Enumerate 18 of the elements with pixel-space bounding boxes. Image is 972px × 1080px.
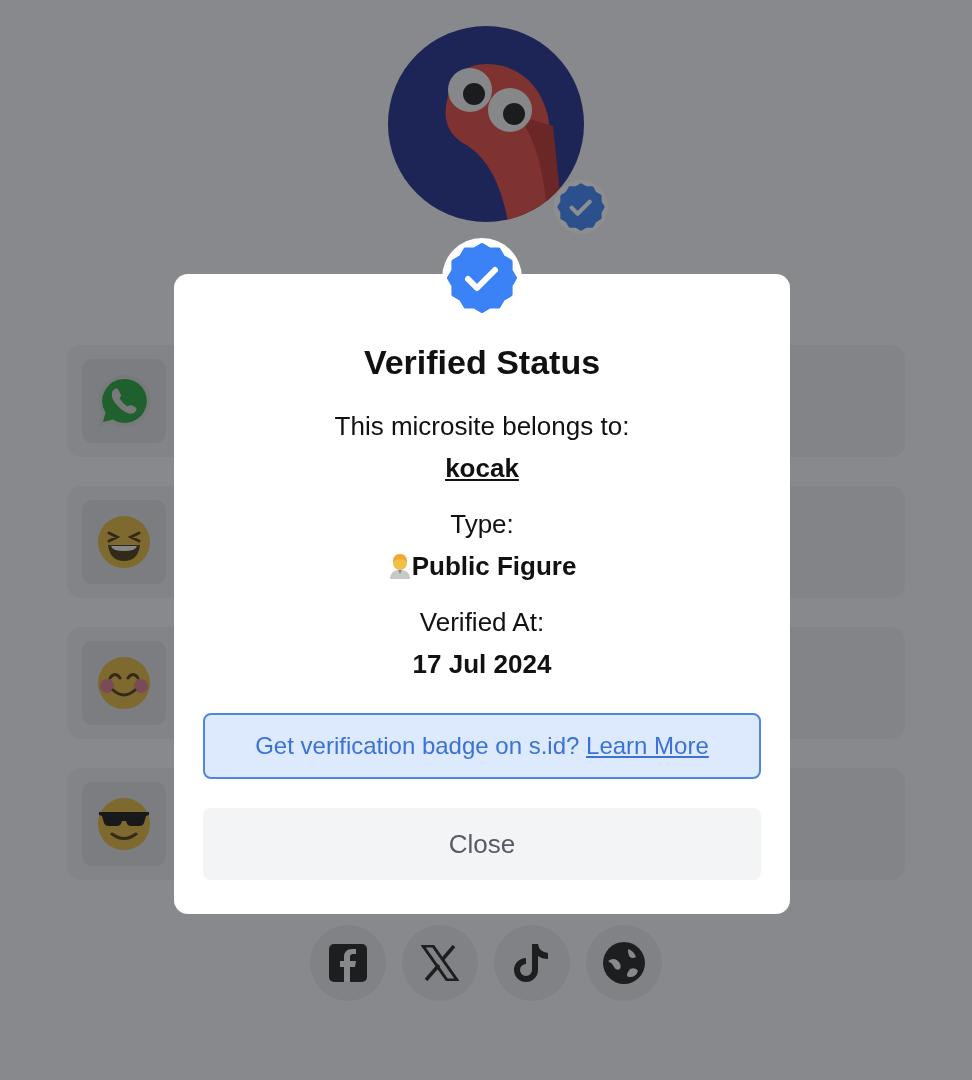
close-button[interactable]: Close <box>203 808 761 880</box>
blushing-face-icon <box>97 656 151 710</box>
sunglasses-face-icon <box>97 797 151 851</box>
info-label: Verified At: <box>419 606 545 638</box>
globe-icon <box>602 941 646 985</box>
info-label: This microsite belongs to: <box>334 410 630 442</box>
owner-link[interactable]: kocak <box>445 452 519 484</box>
info-label: Type: <box>450 508 514 540</box>
facebook-icon <box>328 943 368 983</box>
person-icon <box>387 553 412 579</box>
learn-more-link[interactable]: Learn More <box>586 732 709 759</box>
laughing-face-icon <box>97 515 151 569</box>
x-logo-icon <box>421 945 459 981</box>
notice-text: Get verification badge on s.id? Learn More <box>255 731 709 761</box>
info-value: Public Figure <box>411 550 577 582</box>
info-value: 17 Jul 2024 <box>412 648 552 680</box>
dialog-title: Verified Status <box>363 342 601 382</box>
music-note-icon <box>514 943 550 983</box>
